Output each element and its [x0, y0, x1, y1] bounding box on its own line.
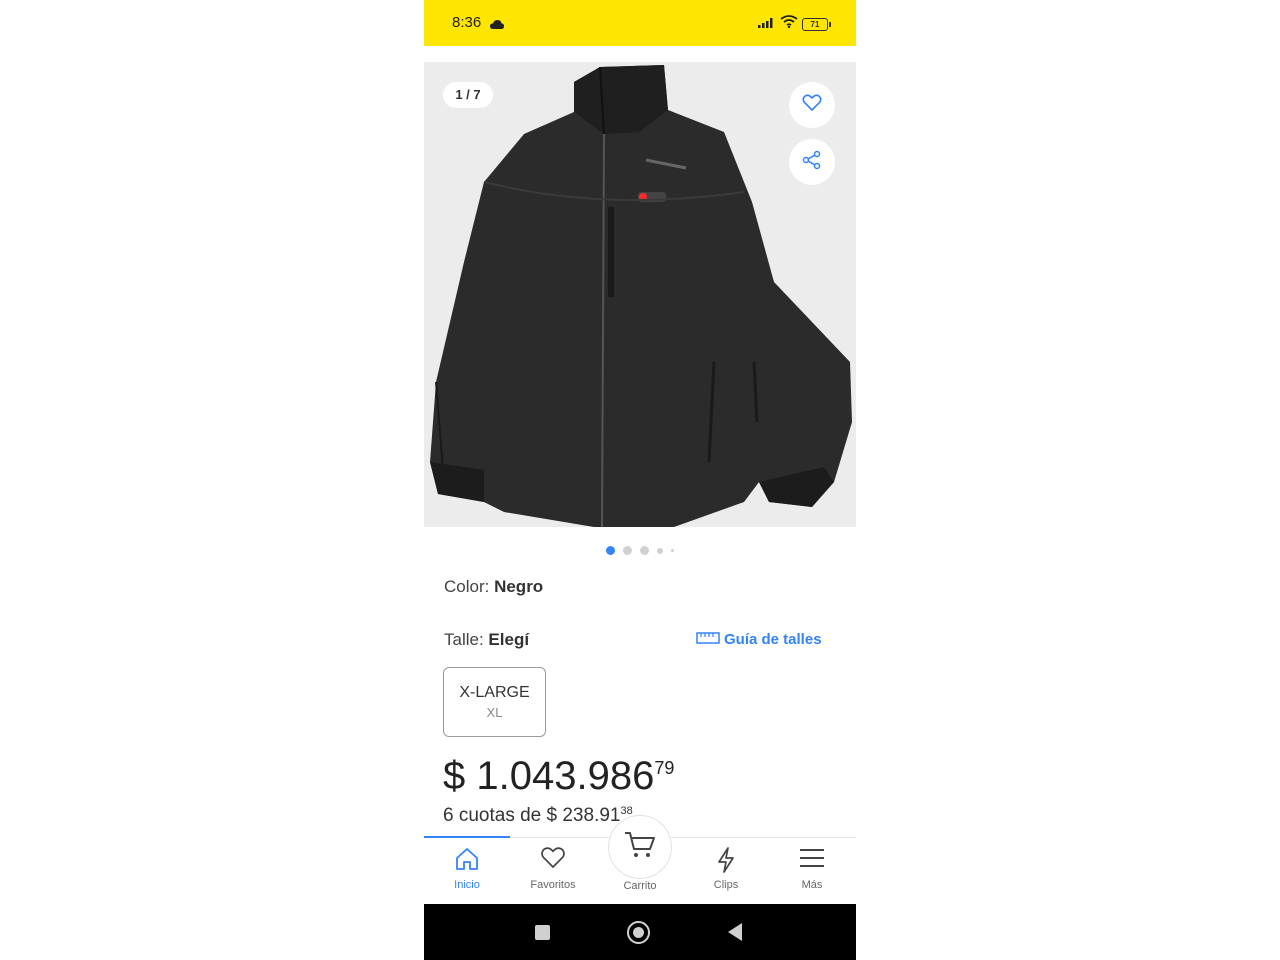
- carousel-dot[interactable]: [623, 546, 632, 555]
- menu-icon: [769, 846, 855, 870]
- system-navigation-bar: [424, 904, 856, 960]
- cloud-icon: [490, 16, 504, 34]
- nav-item-carrito[interactable]: Carrito: [597, 815, 683, 904]
- carousel-dots[interactable]: [424, 546, 856, 555]
- recents-button[interactable]: [535, 925, 550, 940]
- heart-icon: [510, 846, 596, 870]
- nav-item-clips[interactable]: Clips: [683, 838, 769, 904]
- nav-label-inicio: Inicio: [454, 879, 480, 891]
- installments: 6 cuotas de $ 238.9138: [443, 805, 633, 827]
- favorite-button[interactable]: [789, 82, 835, 128]
- share-icon: [802, 150, 822, 175]
- signal-icon: [758, 15, 776, 33]
- cart-icon: [623, 830, 657, 865]
- heart-icon: [802, 93, 822, 117]
- back-button[interactable]: [728, 923, 742, 941]
- bottom-navigation: Inicio Favoritos Carrito Clips Más: [424, 815, 856, 904]
- carousel-dot[interactable]: [671, 549, 674, 552]
- carousel-dot[interactable]: [640, 546, 649, 555]
- share-button[interactable]: [789, 139, 835, 185]
- nav-item-inicio[interactable]: Inicio: [424, 838, 510, 904]
- nav-item-mas[interactable]: Más: [769, 838, 855, 904]
- battery-icon: 71: [802, 17, 831, 31]
- nav-label-clips: Clips: [713, 879, 739, 891]
- image-counter: 1 / 7: [443, 82, 493, 108]
- carousel-dot[interactable]: [657, 547, 663, 554]
- jacket-image: [430, 65, 852, 528]
- size-option-label: X-LARGE: [459, 684, 530, 701]
- product-image[interactable]: 1 / 7: [424, 62, 856, 528]
- nav-item-favoritos[interactable]: Favoritos: [510, 838, 596, 904]
- price-cents: 79: [654, 758, 675, 778]
- status-icons: 71: [758, 15, 831, 33]
- size-selector: Talle: Elegí: [444, 630, 529, 650]
- nav-label-mas: Más: [801, 879, 823, 891]
- price: $ 1.043.98679: [443, 754, 674, 799]
- status-time: 8:36: [452, 14, 482, 31]
- size-option-xl[interactable]: X-LARGE XL: [443, 667, 546, 737]
- color-selector: Color: Negro: [444, 577, 543, 597]
- home-button[interactable]: [627, 921, 650, 944]
- ruler-icon: [696, 631, 720, 648]
- lightning-icon: [683, 846, 769, 874]
- size-guide-label: Guía de talles: [724, 631, 822, 648]
- color-label: Color:: [444, 577, 495, 596]
- phone-screen: 8:36 71 1 / 7 Color: Negro Talle: Elegí …: [424, 0, 856, 960]
- size-guide-link[interactable]: Guía de talles: [696, 631, 822, 648]
- size-label: Talle:: [444, 630, 489, 649]
- nav-label-carrito: Carrito: [623, 880, 657, 892]
- carousel-dot[interactable]: [606, 546, 615, 555]
- price-main: $ 1.043.986: [443, 754, 655, 798]
- color-value: Negro: [494, 577, 544, 596]
- installments-main: 6 cuotas de $ 238.91: [443, 805, 621, 826]
- nav-label-favoritos: Favoritos: [530, 879, 576, 891]
- wifi-icon: [780, 15, 798, 33]
- cart-button[interactable]: [608, 815, 672, 879]
- home-icon: [424, 846, 510, 872]
- size-option-sub: XL: [486, 705, 503, 720]
- size-value: Elegí: [488, 630, 530, 649]
- status-bar: 8:36 71: [424, 0, 856, 46]
